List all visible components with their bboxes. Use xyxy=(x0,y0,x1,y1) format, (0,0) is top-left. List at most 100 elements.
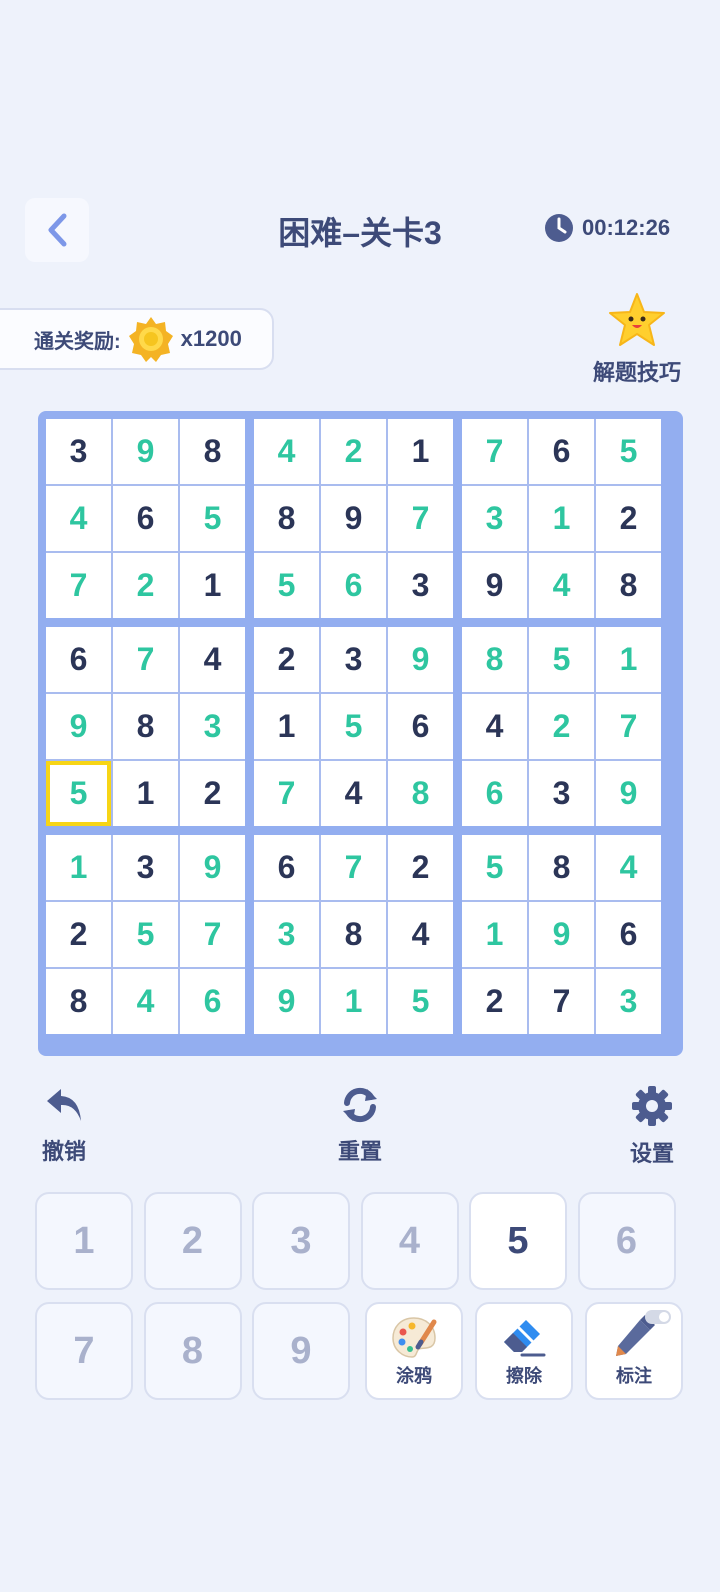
number-key[interactable]: 4 xyxy=(360,1192,459,1290)
sudoku-cell[interactable]: 7 xyxy=(388,486,453,551)
sudoku-cell[interactable]: 8 xyxy=(254,486,319,551)
sudoku-cell[interactable]: 9 xyxy=(113,419,178,484)
sudoku-cell[interactable]: 7 xyxy=(321,835,386,900)
sudoku-cell[interactable]: 2 xyxy=(254,627,319,692)
sudoku-cell[interactable]: 5 xyxy=(388,969,453,1034)
sudoku-cell[interactable]: 3 xyxy=(113,835,178,900)
sudoku-cell[interactable]: 7 xyxy=(462,419,527,484)
sudoku-cell[interactable]: 7 xyxy=(113,627,178,692)
number-key[interactable]: 3 xyxy=(252,1192,350,1290)
sudoku-cell[interactable]: 6 xyxy=(388,694,453,759)
number-key[interactable]: 9 xyxy=(252,1302,350,1400)
sudoku-cell[interactable]: 4 xyxy=(529,553,594,618)
settings-button[interactable]: 设置 xyxy=(602,1085,702,1168)
sudoku-cell[interactable]: 9 xyxy=(596,761,661,826)
sudoku-cell[interactable]: 1 xyxy=(321,969,386,1034)
sudoku-cell[interactable]: 4 xyxy=(46,486,111,551)
sudoku-cell[interactable]: 4 xyxy=(254,419,319,484)
sudoku-cell[interactable]: 8 xyxy=(529,835,594,900)
sudoku-cell[interactable]: 8 xyxy=(113,694,178,759)
sudoku-cell[interactable]: 6 xyxy=(113,486,178,551)
sudoku-cell[interactable]: 4 xyxy=(113,969,178,1034)
sudoku-cell[interactable]: 8 xyxy=(321,902,386,967)
timer-value: 00:12:26 xyxy=(582,215,671,240)
sudoku-cell[interactable]: 1 xyxy=(529,486,594,551)
sudoku-cell[interactable]: 7 xyxy=(596,694,661,759)
sudoku-cell[interactable]: 3 xyxy=(321,627,386,692)
sudoku-cell[interactable]: 1 xyxy=(254,694,319,759)
sudoku-cell[interactable]: 9 xyxy=(180,835,245,900)
sudoku-cell[interactable]: 5 xyxy=(254,553,319,618)
sudoku-cell[interactable]: 4 xyxy=(462,694,527,759)
sudoku-cell[interactable]: 2 xyxy=(113,553,178,618)
number-key[interactable]: 7 xyxy=(35,1302,133,1400)
sudoku-cell[interactable]: 6 xyxy=(46,627,111,692)
sudoku-cell[interactable]: 2 xyxy=(462,969,527,1034)
sudoku-cell[interactable]: 2 xyxy=(596,486,661,551)
sudoku-cell[interactable]: 9 xyxy=(462,553,527,618)
sudoku-cell[interactable]: 5 xyxy=(596,419,661,484)
sudoku-cell[interactable]: 2 xyxy=(46,902,111,967)
undo-button[interactable]: 撤销 xyxy=(14,1085,114,1166)
sudoku-cell[interactable]: 3 xyxy=(388,553,453,618)
sudoku-cell[interactable]: 4 xyxy=(180,627,245,692)
sudoku-cell[interactable]: 1 xyxy=(388,419,453,484)
sudoku-cell[interactable]: 2 xyxy=(388,835,453,900)
sudoku-cell[interactable]: 6 xyxy=(321,553,386,618)
sudoku-cell[interactable]: 8 xyxy=(46,969,111,1034)
sudoku-cell[interactable]: 4 xyxy=(321,761,386,826)
sudoku-cell[interactable]: 6 xyxy=(180,969,245,1034)
doodle-button[interactable]: 涂鸦 xyxy=(365,1302,463,1400)
number-key[interactable]: 1 xyxy=(35,1192,133,1290)
sudoku-cell[interactable]: 8 xyxy=(462,627,527,692)
sudoku-cell[interactable]: 2 xyxy=(321,419,386,484)
sudoku-cell[interactable]: 5 xyxy=(321,694,386,759)
erase-button[interactable]: 擦除 xyxy=(475,1302,573,1400)
reset-button[interactable]: 重置 xyxy=(310,1085,410,1166)
number-key[interactable]: 2 xyxy=(143,1192,242,1290)
sudoku-cell[interactable]: 1 xyxy=(46,835,111,900)
sudoku-cell[interactable]: 9 xyxy=(529,902,594,967)
sudoku-cell[interactable]: 6 xyxy=(462,761,527,826)
number-key[interactable]: 6 xyxy=(577,1192,676,1290)
sudoku-cell[interactable]: 8 xyxy=(388,761,453,826)
sudoku-cell[interactable]: 2 xyxy=(180,761,245,826)
sudoku-cell[interactable]: 3 xyxy=(254,902,319,967)
sudoku-cell[interactable]: 3 xyxy=(462,486,527,551)
sudoku-cell[interactable]: 9 xyxy=(46,694,111,759)
sudoku-cell[interactable]: 6 xyxy=(254,835,319,900)
sudoku-cell[interactable]: 7 xyxy=(529,969,594,1034)
sudoku-cell[interactable]: 6 xyxy=(529,419,594,484)
sudoku-cell[interactable]: 5 xyxy=(462,835,527,900)
sudoku-cell[interactable]: 1 xyxy=(180,553,245,618)
sudoku-cell[interactable]: 3 xyxy=(180,694,245,759)
tips-button[interactable]: 解题技巧 xyxy=(582,292,692,387)
sudoku-cell[interactable]: 9 xyxy=(321,486,386,551)
sudoku-cell[interactable]: 7 xyxy=(180,902,245,967)
sudoku-cell[interactable]: 3 xyxy=(529,761,594,826)
toggle-switch-icon xyxy=(645,1310,671,1324)
sudoku-cell[interactable]: 9 xyxy=(388,627,453,692)
sudoku-cell[interactable]: 1 xyxy=(462,902,527,967)
sudoku-cell[interactable]: 4 xyxy=(596,835,661,900)
sudoku-cell[interactable]: 5 xyxy=(529,627,594,692)
number-key[interactable]: 5 xyxy=(469,1192,567,1290)
sudoku-cell[interactable]: 8 xyxy=(596,553,661,618)
sudoku-cell[interactable]: 4 xyxy=(388,902,453,967)
mark-button[interactable]: 标注 xyxy=(585,1302,683,1400)
sudoku-cell[interactable]: 5 xyxy=(46,761,111,826)
sudoku-cell[interactable]: 5 xyxy=(113,902,178,967)
sudoku-cell[interactable]: 1 xyxy=(113,761,178,826)
sudoku-cell[interactable]: 7 xyxy=(46,553,111,618)
number-key[interactable]: 8 xyxy=(143,1302,242,1400)
sudoku-box: 421 897 563 xyxy=(254,419,453,618)
sudoku-cell[interactable]: 5 xyxy=(180,486,245,551)
sudoku-cell[interactable]: 1 xyxy=(596,627,661,692)
sudoku-cell[interactable]: 6 xyxy=(596,902,661,967)
sudoku-cell[interactable]: 9 xyxy=(254,969,319,1034)
sudoku-cell[interactable]: 8 xyxy=(180,419,245,484)
sudoku-cell[interactable]: 7 xyxy=(254,761,319,826)
sudoku-cell[interactable]: 3 xyxy=(596,969,661,1034)
sudoku-cell[interactable]: 3 xyxy=(46,419,111,484)
sudoku-cell[interactable]: 2 xyxy=(529,694,594,759)
